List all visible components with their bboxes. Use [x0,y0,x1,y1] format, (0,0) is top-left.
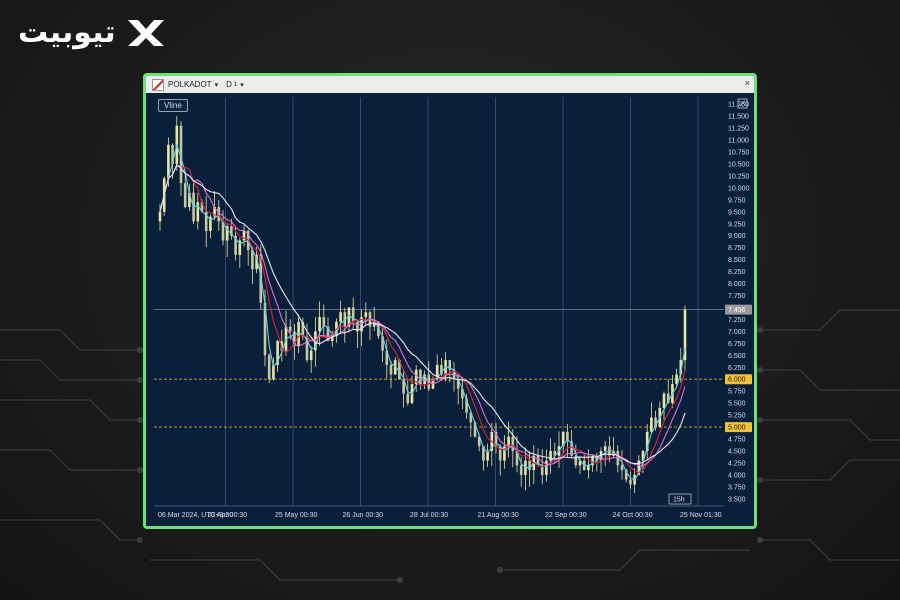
y-tick-label: 7.250 [728,317,746,324]
level-upper-label: 6.000 [728,377,746,384]
y-tick-label: 10.000 [728,185,750,192]
level-lower-label: 5.000 [728,425,746,432]
y-tick-label: 9.250 [728,221,746,228]
candle-body [545,460,548,475]
y-tick-label: 8.000 [728,281,746,288]
x-tick-label: 24 Oct 00:30 [613,512,653,519]
candle-body [217,207,221,222]
y-tick-label: 3.500 [728,496,746,503]
chart-plot-area[interactable]: 11.750 11.500 11.250 11.000 10.750 10.500 10.2… [146,93,754,526]
timeframe-multiplier: 1 [233,81,238,88]
y-tick-label: 8.750 [728,245,746,252]
y-tick-label: 8.250 [728,269,746,276]
x-tick-label: 23 Apr 00:30 [208,512,248,519]
y-tick-label: 4.500 [728,448,746,455]
candle-body [507,436,510,447]
y-tick-label: 4.250 [728,460,746,467]
symbol-selector[interactable]: POLKADOT [168,80,212,89]
timeframe-dropdown-icon[interactable]: ▾ [240,81,244,89]
y-tick-label: 5.750 [728,389,746,396]
y-tick-label: 9.500 [728,209,746,216]
candle-body [603,446,607,451]
chart-toolbar: POLKADOT ▾ D 1 ▾ × [146,76,754,93]
candle-body [288,326,292,332]
chart-window: POLKADOT ▾ D 1 ▾ × 11.750 11.500 11.250 11.… [143,73,757,529]
candle-body [389,364,393,375]
candle-body [158,211,162,222]
x-tick-label: 25 May 00:30 [275,512,318,519]
y-tick-label: 9.750 [728,197,746,204]
y-tick-label: 8.500 [728,257,746,264]
x-tick-label: 26 Jun 00:30 [343,512,384,519]
candle-body [587,465,590,471]
y-tick-label: 10.250 [728,173,750,180]
y-tick-label: 11.250 [728,126,749,133]
y-tick-label: 3.750 [728,484,746,491]
y-tick-label: 10.500 [728,161,750,168]
y-tick-label: 11.500 [728,114,749,121]
candle-body [406,393,410,404]
candle-body [662,393,666,408]
y-tick-label: 5.250 [728,413,746,420]
crosshair-badge-label: 15h [673,497,685,504]
y-tick-label: 7.750 [728,293,746,300]
candle-body [519,465,523,475]
candle-body [620,465,624,471]
current-price-label: 7.456 [728,307,746,314]
candle-body [242,230,246,241]
y-tick-label: 6.250 [728,365,746,372]
candle-body [339,312,342,322]
candle-body [629,479,632,485]
y-tick-label: 11.000 [728,138,749,145]
brand-logo-text: تیوبیت [18,14,116,50]
x-tick-label: 21 Aug 00:30 [478,512,519,519]
candle-body [419,369,422,385]
y-tick-label: 4.000 [728,472,746,479]
y-tick-label: 10.750 [728,150,750,157]
symbol-dropdown-icon[interactable]: ▾ [215,81,219,89]
y-tick-label: 6.500 [728,353,746,360]
close-icon[interactable]: × [745,78,750,88]
y-tick-label: 4.750 [728,437,746,444]
price-chart[interactable]: 11.75011.50011.25011.00010.75010.50010.2… [146,93,754,526]
brand-logo: تیوبیت [18,14,168,50]
candle-body [183,183,187,208]
y-tick-label: 9.000 [728,233,746,240]
candle-body [351,307,355,322]
candle-body [267,355,271,380]
candle-body [364,312,368,318]
y-tick-label: 6.750 [728,341,746,348]
brand-x-icon [127,20,164,46]
y-tick-label: 5.500 [728,401,746,408]
vline-button[interactable]: Vline [158,99,188,112]
x-tick-label: 22 Sep 00:30 [545,512,587,519]
polkadot-flag-icon [152,78,164,91]
candle-body [650,417,653,432]
y-tick-label: 7.000 [728,329,746,336]
candle-body [309,350,313,361]
candle-body [318,317,321,332]
x-tick-label: 25 Nov 01:30 [680,512,722,519]
x-tick-label: 28 Jul 00:30 [410,512,448,519]
timeframe-selector[interactable]: D [226,80,232,89]
